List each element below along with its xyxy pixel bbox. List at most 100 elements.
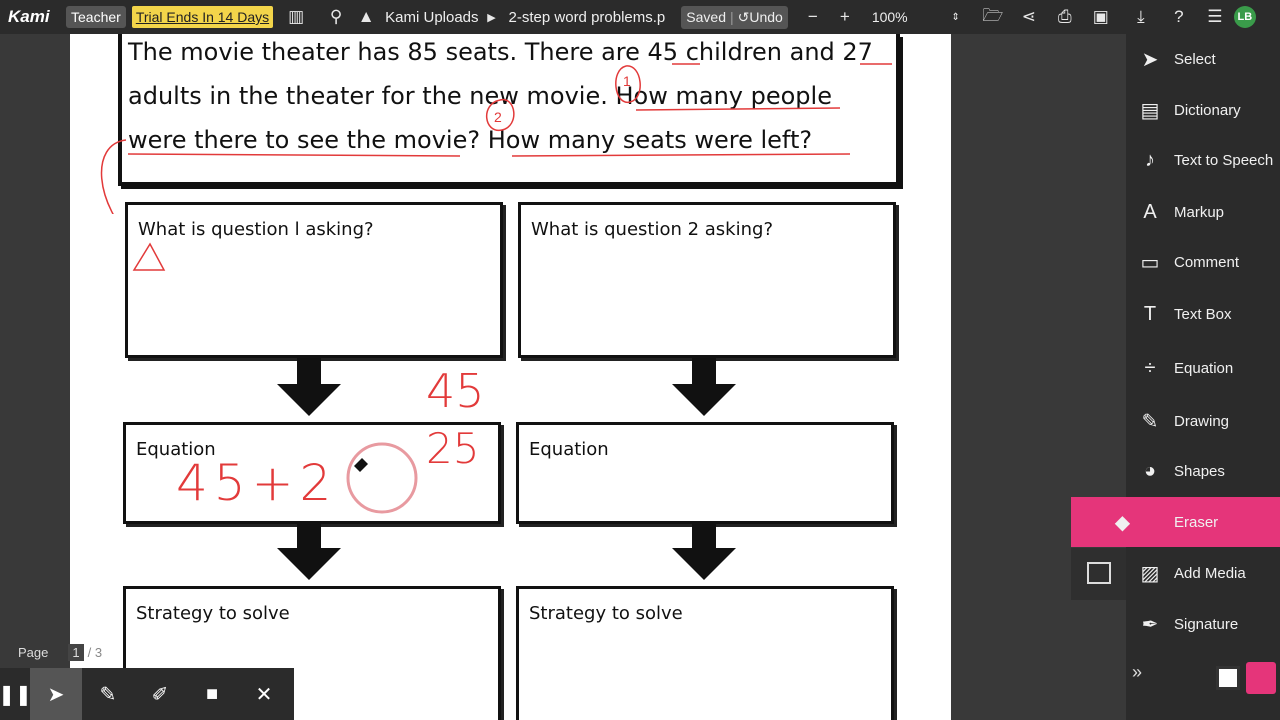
down-arrow-left-1 <box>277 358 341 416</box>
tool-signature[interactable]: ✒ Signature <box>1126 599 1280 649</box>
menu-icon[interactable]: ☰ <box>1202 4 1228 30</box>
ink-triangle <box>132 242 166 271</box>
tool-markup[interactable]: A Markup <box>1126 187 1280 237</box>
tool-comment[interactable]: ▭ Comment <box>1126 237 1280 287</box>
top-toolbar: Kami Teacher Trial Ends In 14 Days ▥ ⚲ ▲… <box>0 0 1280 34</box>
underline-people <box>635 107 841 111</box>
tool-drawing[interactable]: ✎ Drawing <box>1126 396 1280 446</box>
question-2-label: What is question 2 asking? <box>531 219 773 240</box>
equation-2-label: Equation <box>529 439 609 460</box>
pen-tool-icon[interactable]: ✎ <box>82 668 134 720</box>
breadcrumb-file[interactable]: 2-step word problems.p <box>509 9 666 26</box>
eraser-cursor <box>346 442 418 514</box>
page-indicator: Page 1 / 3 <box>0 640 120 664</box>
print-icon[interactable]: ⎙ <box>1052 4 1078 30</box>
drive-icon[interactable]: ▲ <box>353 4 379 30</box>
question-1-label: What is question l asking? <box>138 219 374 240</box>
chevron-right-icon: ▶ <box>487 11 496 24</box>
camera-icon[interactable]: ■ <box>186 668 238 720</box>
question-1-box[interactable]: What is question l asking? <box>125 202 503 358</box>
down-arrow-left-2 <box>277 524 341 580</box>
mark-1-text: 1 <box>623 73 631 89</box>
eraser-subtools <box>1071 548 1126 600</box>
help-icon[interactable]: ? <box>1166 4 1192 30</box>
strategy-2-label: Strategy to solve <box>529 603 683 624</box>
tool-label: Comment <box>1174 253 1240 271</box>
page-label: Page <box>18 644 49 660</box>
breadcrumb-folder[interactable]: Kami Uploads <box>385 9 478 26</box>
layout-dual-icon[interactable] <box>1246 662 1276 694</box>
search-icon[interactable]: ⚲ <box>323 4 349 30</box>
mark-2-text: 2 <box>494 109 502 125</box>
divide-icon: ÷ <box>1144 356 1156 379</box>
underline-movie <box>127 153 461 157</box>
undo-button[interactable]: ↺Undo <box>738 9 783 26</box>
ink-number-25: 25 <box>426 424 480 473</box>
tool-label: Markup <box>1174 203 1225 221</box>
tool-label: Add Media <box>1174 564 1246 582</box>
zoom-value: 100% <box>871 9 908 25</box>
download-icon[interactable]: ⤓ <box>1128 4 1154 30</box>
underline-seats <box>511 153 851 157</box>
share-icon[interactable]: ⋖ <box>1016 4 1042 30</box>
eraser-mode-icon[interactable] <box>1087 562 1111 584</box>
strategy-2-box[interactable]: Strategy to solve <box>516 586 894 720</box>
down-arrow-right-2 <box>672 524 736 580</box>
equation-2-box[interactable]: Equation <box>516 422 894 524</box>
book-icon: ▤ <box>1140 99 1160 122</box>
pointer-icon[interactable]: ➤ <box>30 668 82 720</box>
media-icon: ▨ <box>1140 562 1160 585</box>
layout-single-icon[interactable] <box>1216 666 1240 690</box>
tool-label: Eraser <box>1174 513 1219 531</box>
tool-dictionary[interactable]: ▤ Dictionary <box>1126 85 1280 135</box>
cursor-icon: ➤ <box>1141 48 1159 71</box>
tool-label: Select <box>1174 50 1216 68</box>
pause-icon[interactable]: ❚❚ <box>0 668 32 720</box>
close-icon[interactable]: ✕ <box>238 668 290 720</box>
down-arrow-right-1 <box>672 358 736 416</box>
speech-icon: ♪ <box>1145 148 1155 171</box>
zoom-out-icon[interactable]: − <box>800 4 826 30</box>
page-input[interactable]: 1 <box>68 643 84 661</box>
save-status: Saved | ↺Undo <box>681 5 788 29</box>
text-icon: T <box>1143 302 1157 325</box>
save-icon[interactable]: ▣ <box>1088 4 1114 30</box>
avatar[interactable]: LB <box>1233 6 1256 28</box>
role-badge: Teacher <box>66 6 126 28</box>
chevron-updown-icon: ⇕ <box>951 11 960 23</box>
comment-icon: ▭ <box>1140 251 1160 274</box>
tool-label: Equation <box>1174 359 1234 377</box>
brush-icon: ✎ <box>1141 410 1159 433</box>
tool-label: Shapes <box>1174 462 1225 480</box>
tool-shapes[interactable]: ◕ Shapes <box>1126 446 1280 496</box>
undo-label: Undo <box>749 8 783 25</box>
question-2-box[interactable]: What is question 2 asking? <box>518 202 896 358</box>
saved-label: Saved <box>686 8 726 25</box>
tool-eraser[interactable]: ◆ Eraser <box>1071 497 1280 547</box>
pen-icon: ✒ <box>1141 613 1159 636</box>
tool-label: Signature <box>1174 615 1239 633</box>
document-page[interactable]: The movie theater has 85 seats. There ar… <box>70 34 951 720</box>
tool-text-box[interactable]: T Text Box <box>1126 289 1280 339</box>
ink-number-45: 45 <box>426 364 485 418</box>
tool-equation[interactable]: ÷ Equation <box>1126 343 1280 393</box>
highlighter-icon[interactable]: ✐ <box>134 668 186 720</box>
strategy-1-label: Strategy to solve <box>136 603 290 624</box>
tool-label: Drawing <box>1174 412 1230 430</box>
recording-toolbar: ❚❚ ➤ ✎ ✐ ■ ✕ <box>0 668 294 720</box>
page-total: / 3 <box>87 644 103 660</box>
collapse-panel-icon[interactable]: » <box>1132 662 1142 683</box>
tool-label: Text to Speech <box>1174 151 1274 169</box>
zoom-select[interactable]: 100% ⇕ <box>866 5 966 29</box>
zoom-in-icon[interactable]: + <box>832 4 858 30</box>
sidebar-toggle-icon[interactable]: ▥ <box>283 4 309 30</box>
tool-select[interactable]: ➤ Select <box>1126 34 1280 84</box>
tool-text-to-speech[interactable]: ♪ Text to Speech <box>1126 135 1280 185</box>
divider: | <box>729 8 734 25</box>
tool-label: Text Box <box>1174 305 1232 323</box>
trial-banner[interactable]: Trial Ends In 14 Days <box>131 6 274 28</box>
tool-label: Dictionary <box>1174 101 1241 119</box>
markup-icon: A <box>1143 200 1157 223</box>
tool-add-media[interactable]: ▨ Add Media <box>1126 548 1280 598</box>
folder-icon[interactable]: 🗁 <box>980 4 1006 30</box>
